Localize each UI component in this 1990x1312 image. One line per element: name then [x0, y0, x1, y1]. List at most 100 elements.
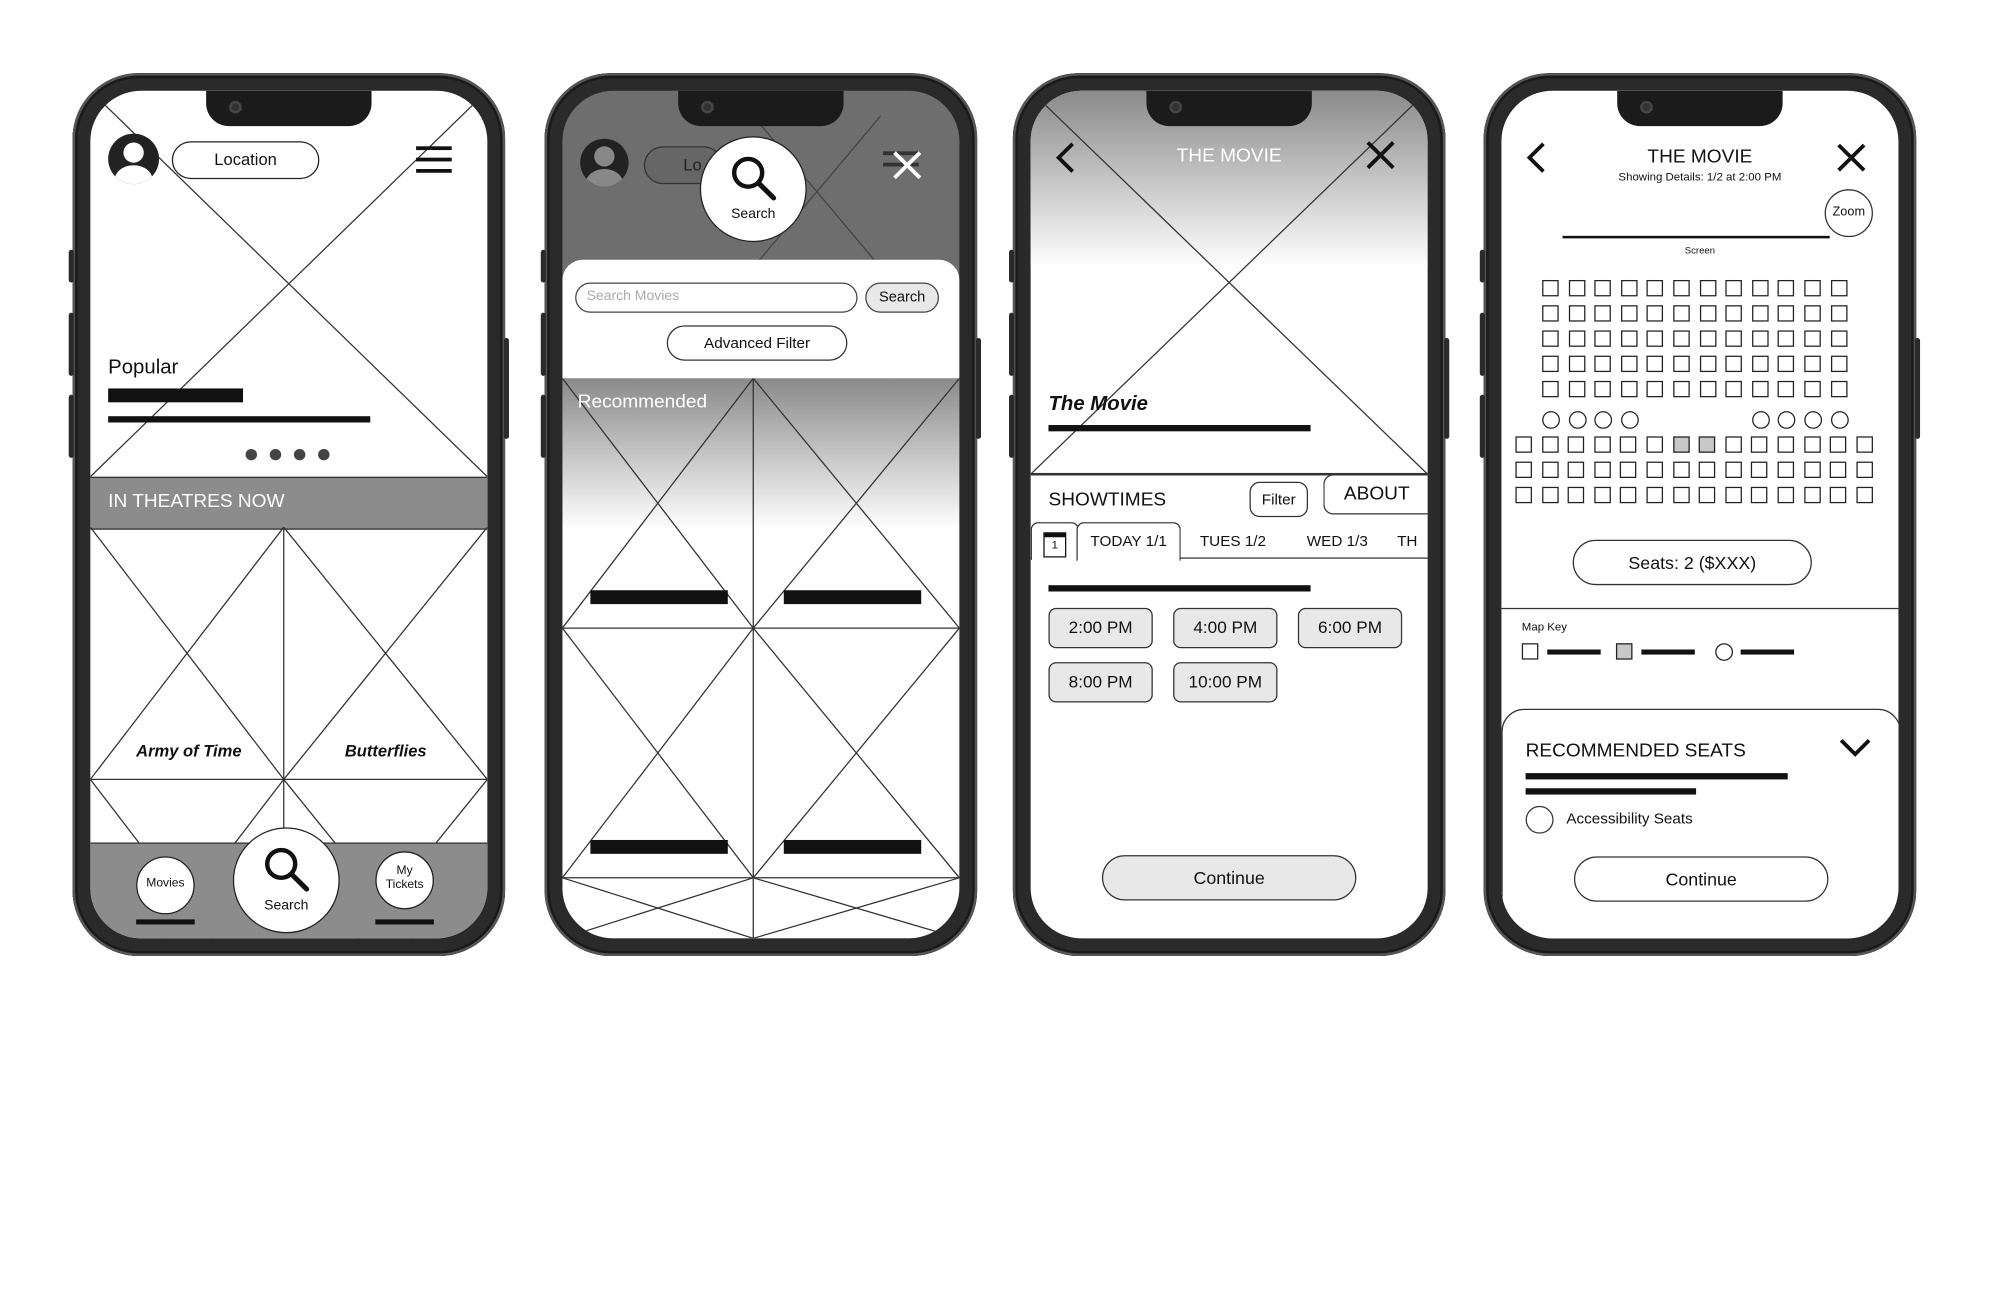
seat[interactable] — [1725, 461, 1742, 478]
nav-search-button[interactable]: Search — [232, 827, 340, 934]
seat[interactable] — [1646, 461, 1664, 478]
date-tab[interactable]: TUES 1/2 — [1188, 532, 1277, 550]
seat[interactable] — [1672, 486, 1690, 504]
nav-movies-button[interactable]: Movies — [136, 856, 195, 915]
seat[interactable] — [1803, 461, 1821, 478]
seat[interactable] — [1567, 486, 1585, 504]
showtime-button[interactable]: 2:00 PM — [1048, 607, 1153, 649]
accessible-seat[interactable] — [1830, 411, 1849, 429]
seat[interactable] — [1804, 380, 1821, 398]
seat[interactable] — [1725, 305, 1743, 322]
seat[interactable] — [1829, 436, 1847, 453]
date-tab[interactable]: WED 1/3 — [1293, 532, 1382, 550]
seat[interactable] — [1594, 305, 1612, 322]
seat[interactable] — [1673, 380, 1690, 398]
location-button[interactable]: Location — [171, 141, 320, 180]
seat[interactable] — [1620, 380, 1638, 398]
seat[interactable] — [1542, 279, 1559, 297]
seat[interactable] — [1751, 461, 1768, 478]
accessibility-radio[interactable] — [1525, 805, 1554, 834]
seat[interactable] — [1778, 305, 1795, 322]
calendar-button[interactable]: 1 — [1030, 522, 1079, 560]
seat[interactable] — [1594, 279, 1612, 297]
search-submit-button[interactable]: Search — [865, 282, 940, 313]
accessible-seat[interactable] — [1778, 411, 1796, 429]
seat[interactable] — [1725, 330, 1743, 347]
seat[interactable] — [1620, 486, 1637, 504]
seat[interactable] — [1620, 355, 1638, 373]
accessible-seat[interactable] — [1594, 411, 1613, 429]
seat[interactable] — [1568, 330, 1585, 347]
seat[interactable] — [1620, 461, 1637, 478]
seat[interactable] — [1699, 355, 1716, 373]
seat[interactable] — [1725, 486, 1742, 504]
seat[interactable] — [1778, 380, 1795, 398]
seat[interactable] — [1699, 279, 1716, 297]
seat[interactable] — [1594, 486, 1611, 504]
carousel-dots[interactable] — [245, 448, 335, 462]
seat[interactable] — [1698, 461, 1716, 478]
seat[interactable] — [1646, 355, 1664, 373]
accessible-seat[interactable] — [1568, 411, 1587, 429]
seat[interactable] — [1778, 330, 1795, 347]
seat[interactable] — [1594, 380, 1612, 398]
seat[interactable] — [1568, 380, 1585, 398]
hamburger-menu-icon[interactable] — [416, 146, 452, 174]
seat[interactable] — [1542, 355, 1559, 373]
seat[interactable] — [1856, 461, 1873, 478]
filter-button[interactable]: Filter — [1249, 481, 1309, 518]
seat[interactable] — [1778, 355, 1795, 373]
seat[interactable] — [1856, 486, 1873, 504]
showtime-button[interactable]: 10:00 PM — [1173, 662, 1278, 703]
seat[interactable] — [1542, 380, 1559, 398]
seat[interactable] — [1699, 305, 1716, 322]
seat[interactable] — [1699, 380, 1716, 398]
seat[interactable] — [1646, 305, 1664, 322]
seat[interactable] — [1751, 436, 1768, 453]
accessible-seat[interactable] — [1751, 411, 1770, 429]
continue-button[interactable]: Continue — [1573, 856, 1829, 902]
showtime-button[interactable]: 8:00 PM — [1048, 662, 1153, 703]
seat[interactable] — [1646, 380, 1664, 398]
seat[interactable] — [1541, 486, 1559, 504]
seat[interactable] — [1646, 436, 1664, 453]
seat[interactable] — [1567, 461, 1585, 478]
seat[interactable] — [1751, 305, 1769, 322]
seat[interactable] — [1725, 279, 1743, 297]
seat-taken[interactable] — [1698, 436, 1716, 453]
seat[interactable] — [1803, 436, 1821, 453]
seat[interactable] — [1777, 486, 1795, 504]
seat[interactable] — [1804, 279, 1821, 297]
seat[interactable] — [1620, 330, 1638, 347]
seat[interactable] — [1725, 436, 1742, 453]
seat[interactable] — [1620, 436, 1637, 453]
seat[interactable] — [1830, 330, 1848, 347]
about-tab[interactable]: ABOUT — [1323, 474, 1428, 515]
seat[interactable] — [1725, 355, 1743, 373]
seat[interactable] — [1830, 355, 1848, 373]
chevron-down-icon[interactable] — [1839, 738, 1872, 758]
seat[interactable] — [1829, 461, 1847, 478]
date-tab-today[interactable]: TODAY 1/1 — [1076, 522, 1181, 562]
seat[interactable] — [1830, 305, 1848, 322]
seat[interactable] — [1594, 461, 1611, 478]
seat[interactable] — [1830, 279, 1848, 297]
seat[interactable] — [1673, 279, 1690, 297]
seat[interactable] — [1515, 486, 1532, 504]
accessible-seat[interactable] — [1620, 411, 1639, 429]
seat[interactable] — [1699, 330, 1716, 347]
close-icon[interactable] — [1835, 141, 1868, 174]
close-icon[interactable] — [1364, 139, 1397, 172]
accessible-seat[interactable] — [1804, 411, 1823, 429]
seat[interactable] — [1777, 461, 1795, 478]
seat[interactable] — [1804, 330, 1821, 347]
seat-taken[interactable] — [1672, 436, 1690, 453]
seat[interactable] — [1515, 461, 1532, 478]
seat[interactable] — [1541, 461, 1559, 478]
zoom-button[interactable]: Zoom — [1824, 189, 1873, 238]
seat[interactable] — [1751, 355, 1769, 373]
showtime-button[interactable]: 6:00 PM — [1297, 607, 1403, 649]
seat[interactable] — [1725, 380, 1743, 398]
avatar[interactable] — [108, 133, 160, 185]
seat[interactable] — [1751, 330, 1769, 347]
